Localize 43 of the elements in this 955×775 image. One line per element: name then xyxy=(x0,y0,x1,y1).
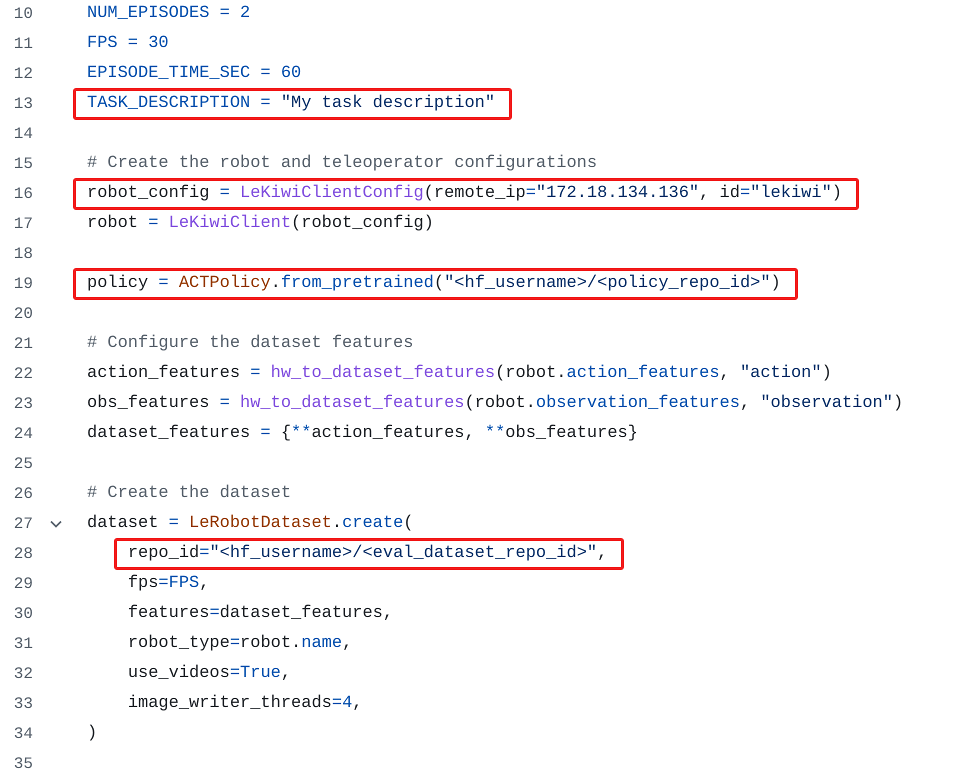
line-number: 22 xyxy=(12,364,33,385)
line-number: 14 xyxy=(12,124,33,145)
line-number: 24 xyxy=(12,424,33,445)
code-line: robot_type=robot.name, xyxy=(128,633,352,656)
code-line: use_videos=True, xyxy=(128,663,292,686)
code-line: features=dataset_features, xyxy=(128,603,394,626)
code-line: action_features = hw_to_dataset_features(robot.action_features, "action") xyxy=(87,363,832,386)
line-number: 10 xyxy=(12,4,33,25)
line-number: 28 xyxy=(12,544,33,565)
code-line: fps=FPS, xyxy=(128,573,210,596)
line-number: 20 xyxy=(12,304,33,325)
code-line: # Create the dataset xyxy=(87,483,292,506)
code-line: image_writer_threads=4, xyxy=(128,693,362,716)
line-number: 16 xyxy=(12,184,33,205)
line-number: 18 xyxy=(12,244,33,265)
line-number: 17 xyxy=(12,214,33,235)
line-number: 35 xyxy=(12,754,33,775)
line-number: 21 xyxy=(12,334,33,355)
line-number: 11 xyxy=(12,34,33,55)
line-number: 12 xyxy=(12,64,33,85)
code-line: # Configure the dataset features xyxy=(87,333,414,356)
line-number: 29 xyxy=(12,574,33,595)
line-number: 30 xyxy=(12,604,33,625)
code-line: dataset = LeRobotDataset.create( xyxy=(87,513,414,536)
line-number: 27 xyxy=(12,514,33,535)
line-number: 32 xyxy=(12,664,33,685)
line-number: 15 xyxy=(12,154,33,175)
code-line: EPISODE_TIME_SEC = 60 xyxy=(87,63,302,86)
code-line: robot = LeKiwiClient(robot_config) xyxy=(87,213,434,236)
line-number: 23 xyxy=(12,394,33,415)
line-number: 13 xyxy=(12,94,33,115)
line-number: 31 xyxy=(12,634,33,655)
line-number: 19 xyxy=(12,274,33,295)
code-line: NUM_EPISODES = 2 xyxy=(87,3,250,26)
code-line: ) xyxy=(87,723,98,746)
code-line: dataset_features = {**action_features, **obs_features} xyxy=(87,423,638,446)
code-line: FPS = 30 xyxy=(87,33,169,56)
line-number: 25 xyxy=(12,454,33,475)
line-number: 33 xyxy=(12,694,33,715)
code-line: obs_features = hw_to_dataset_features(robot.observation_features, "observation") xyxy=(87,393,904,416)
line-number: 26 xyxy=(12,484,33,505)
line-number: 34 xyxy=(12,724,33,745)
code-line: # Create the robot and teleoperator configurations xyxy=(87,153,598,176)
